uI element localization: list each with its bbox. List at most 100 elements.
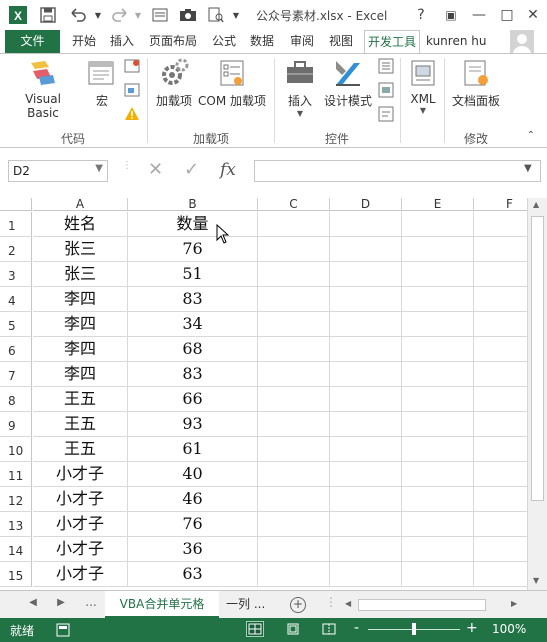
- cell-c9[interactable]: [258, 412, 330, 437]
- cell-c6[interactable]: [258, 337, 330, 362]
- formula-input[interactable]: [254, 160, 541, 182]
- cell-a6[interactable]: 李四: [33, 337, 128, 362]
- cell-d2[interactable]: [330, 237, 402, 262]
- cell-b11[interactable]: 40: [128, 462, 258, 487]
- cell-d12[interactable]: [330, 487, 402, 512]
- cell-d1[interactable]: [330, 212, 402, 237]
- row-header[interactable]: 6: [0, 337, 32, 362]
- cell-d11[interactable]: [330, 462, 402, 487]
- cell-f12[interactable]: [474, 487, 527, 512]
- tab-developer[interactable]: 开发工具: [364, 30, 420, 54]
- cell-a2[interactable]: 张三: [33, 237, 128, 262]
- vertical-scrollbar[interactable]: ▲ ▼: [527, 198, 547, 590]
- row-header[interactable]: 14: [0, 537, 32, 562]
- cell-c15[interactable]: [258, 562, 330, 587]
- cell-b10[interactable]: 61: [128, 437, 258, 462]
- cell-a9[interactable]: 王五: [33, 412, 128, 437]
- cell-c5[interactable]: [258, 312, 330, 337]
- cell-d6[interactable]: [330, 337, 402, 362]
- cell-d4[interactable]: [330, 287, 402, 312]
- row-header[interactable]: 4: [0, 287, 32, 312]
- row-header[interactable]: 10: [0, 437, 32, 462]
- cell-e2[interactable]: [402, 237, 474, 262]
- column-header-e[interactable]: E: [402, 198, 474, 211]
- row-header[interactable]: 7: [0, 362, 32, 387]
- macro-record-icon[interactable]: [56, 623, 70, 640]
- cell-f5[interactable]: [474, 312, 527, 337]
- row-header[interactable]: 2: [0, 237, 32, 262]
- cell-f14[interactable]: [474, 537, 527, 562]
- cell-c12[interactable]: [258, 487, 330, 512]
- cell-f8[interactable]: [474, 387, 527, 412]
- close-button[interactable]: ✕: [518, 2, 547, 28]
- camera-icon[interactable]: [178, 5, 198, 25]
- com-addins-button[interactable]: COM 加载项: [196, 57, 268, 109]
- customize-qat-icon[interactable]: ▼: [226, 5, 246, 25]
- macro-button[interactable]: 宏: [84, 57, 120, 109]
- collapse-ribbon-icon[interactable]: ⌃: [527, 130, 535, 141]
- record-macro-icon[interactable]: [124, 58, 140, 74]
- cell-e13[interactable]: [402, 512, 474, 537]
- column-header-d[interactable]: D: [330, 198, 402, 211]
- cell-b15[interactable]: 63: [128, 562, 258, 587]
- cell-e15[interactable]: [402, 562, 474, 587]
- cell-e9[interactable]: [402, 412, 474, 437]
- cell-d10[interactable]: [330, 437, 402, 462]
- confirm-entry-icon[interactable]: ✓: [184, 160, 199, 180]
- relative-reference-icon[interactable]: [124, 82, 140, 98]
- cell-f13[interactable]: [474, 512, 527, 537]
- user-name[interactable]: kunren hu: [426, 30, 486, 54]
- tab-review[interactable]: 审阅: [284, 30, 320, 54]
- scroll-right-icon[interactable]: ▶: [511, 599, 517, 608]
- cell-e11[interactable]: [402, 462, 474, 487]
- cancel-entry-icon[interactable]: ✕: [148, 160, 163, 180]
- redo-icon[interactable]: [110, 5, 130, 25]
- horizontal-scroll-thumb[interactable]: [358, 599, 486, 611]
- column-header-b[interactable]: B: [128, 198, 258, 211]
- cell-f10[interactable]: [474, 437, 527, 462]
- avatar[interactable]: [510, 30, 534, 54]
- tab-formulas[interactable]: 公式: [206, 30, 242, 54]
- zoom-slider-thumb[interactable]: [412, 623, 416, 635]
- cell-d3[interactable]: [330, 262, 402, 287]
- undo-dropdown-icon[interactable]: ▼: [88, 5, 108, 25]
- cell-f1[interactable]: [474, 212, 527, 237]
- cell-a5[interactable]: 李四: [33, 312, 128, 337]
- cell-b9[interactable]: 93: [128, 412, 258, 437]
- cell-a14[interactable]: 小才子: [33, 537, 128, 562]
- cell-b5[interactable]: 34: [128, 312, 258, 337]
- zoom-in-button[interactable]: +: [466, 620, 478, 636]
- cell-f3[interactable]: [474, 262, 527, 287]
- ribbon-display-options-button[interactable]: ▣: [436, 2, 466, 28]
- cell-c3[interactable]: [258, 262, 330, 287]
- cell-e6[interactable]: [402, 337, 474, 362]
- tab-view[interactable]: 视图: [323, 30, 359, 54]
- cell-d13[interactable]: [330, 512, 402, 537]
- cell-b6[interactable]: 68: [128, 337, 258, 362]
- spreadsheet-grid[interactable]: A B C D E F 1 姓名 数量 2 张三 76 3 张三 51 4 李四 83 5 李四 34 6 李四…: [0, 198, 527, 590]
- cell-f2[interactable]: [474, 237, 527, 262]
- column-header-c[interactable]: C: [258, 198, 330, 211]
- cell-c8[interactable]: [258, 387, 330, 412]
- visual-basic-button[interactable]: Visual Basic: [8, 57, 78, 120]
- cell-d9[interactable]: [330, 412, 402, 437]
- cell-a4[interactable]: 李四: [33, 287, 128, 312]
- cell-b8[interactable]: 66: [128, 387, 258, 412]
- tab-file[interactable]: 文件: [5, 30, 60, 54]
- cell-b4[interactable]: 83: [128, 287, 258, 312]
- sheet-tab-active[interactable]: VBA合并单元格: [105, 591, 219, 618]
- cell-c4[interactable]: [258, 287, 330, 312]
- cell-b14[interactable]: 36: [128, 537, 258, 562]
- cell-e5[interactable]: [402, 312, 474, 337]
- cell-e8[interactable]: [402, 387, 474, 412]
- cell-b3[interactable]: 51: [128, 262, 258, 287]
- row-header[interactable]: 5: [0, 312, 32, 337]
- horizontal-scrollbar[interactable]: ◀ ▶: [343, 598, 523, 612]
- help-button[interactable]: ?: [406, 2, 436, 28]
- page-layout-view-icon[interactable]: [284, 621, 302, 637]
- run-dialog-icon[interactable]: [378, 106, 394, 122]
- cell-e10[interactable]: [402, 437, 474, 462]
- prev-sheet-icon[interactable]: ◀: [24, 597, 42, 613]
- zoom-level[interactable]: 100%: [492, 622, 526, 636]
- next-sheet-icon[interactable]: ▶: [52, 597, 70, 613]
